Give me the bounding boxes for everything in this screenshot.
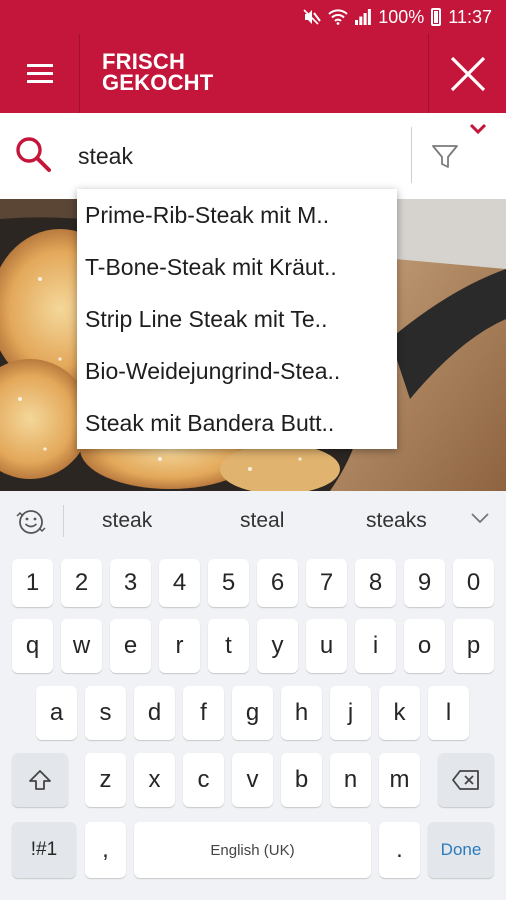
prediction-3[interactable]: steaks: [366, 509, 427, 533]
signal-icon: [355, 9, 372, 25]
logo-line-1: FRISCH: [102, 49, 186, 74]
clock: 11:37: [448, 6, 492, 27]
key-y[interactable]: y: [257, 619, 298, 673]
status-icons: 100% 11:37: [303, 0, 492, 34]
wifi-icon: [328, 9, 348, 25]
key-d[interactable]: d: [134, 686, 175, 740]
key-b[interactable]: b: [281, 753, 322, 807]
battery-percentage: 100%: [378, 6, 425, 27]
key-o[interactable]: o: [404, 619, 445, 673]
chevron-down-icon[interactable]: [469, 123, 487, 135]
brand-logo: FRISCH GEKOCHT: [102, 49, 214, 95]
collapse-icon[interactable]: [470, 511, 490, 525]
close-button[interactable]: [428, 34, 506, 113]
key-c[interactable]: c: [183, 753, 224, 807]
key-0[interactable]: 0: [453, 559, 494, 607]
search-suggestions: Prime-Rib-Steak mit M.. T-Bone-Steak mit…: [77, 189, 397, 449]
key-a[interactable]: a: [36, 686, 77, 740]
key-z[interactable]: z: [85, 753, 126, 807]
status-bar: 100% 11:37: [0, 0, 506, 34]
done-key[interactable]: Done: [428, 822, 494, 878]
key-p[interactable]: p: [453, 619, 494, 673]
key-i[interactable]: i: [355, 619, 396, 673]
menu-button[interactable]: [0, 34, 80, 113]
suggestion-item[interactable]: Strip Line Steak mit Te..: [77, 293, 397, 345]
key-v[interactable]: v: [232, 753, 273, 807]
key-r[interactable]: r: [159, 619, 200, 673]
prediction-1[interactable]: steak: [102, 509, 152, 533]
suggestion-item[interactable]: Steak mit Bandera Butt..: [77, 397, 397, 449]
soft-keyboard: steak steal steaks 1 2 3 4 5 6 7 8 9 0 q…: [0, 491, 506, 900]
prediction-separator: [63, 505, 64, 537]
battery-icon: [431, 8, 442, 26]
key-q[interactable]: q: [12, 619, 53, 673]
key-9[interactable]: 9: [404, 559, 445, 607]
search-input[interactable]: steak: [78, 143, 133, 170]
key-t[interactable]: t: [208, 619, 249, 673]
key-m[interactable]: m: [379, 753, 420, 807]
emoji-icon[interactable]: [14, 507, 48, 537]
search-divider: [411, 127, 412, 183]
menu-icon: [26, 63, 53, 84]
key-f[interactable]: f: [183, 686, 224, 740]
suggestion-item[interactable]: Prime-Rib-Steak mit M..: [77, 189, 397, 241]
key-5[interactable]: 5: [208, 559, 249, 607]
key-1[interactable]: 1: [12, 559, 53, 607]
comma-key[interactable]: ,: [85, 822, 126, 878]
prediction-bar: steak steal steaks: [0, 491, 506, 551]
key-x[interactable]: x: [134, 753, 175, 807]
key-6[interactable]: 6: [257, 559, 298, 607]
key-e[interactable]: e: [110, 619, 151, 673]
key-8[interactable]: 8: [355, 559, 396, 607]
prediction-2[interactable]: steal: [240, 509, 284, 533]
backspace-key[interactable]: [438, 753, 494, 807]
shift-key[interactable]: [12, 753, 68, 807]
backspace-icon: [452, 770, 479, 790]
key-n[interactable]: n: [330, 753, 371, 807]
symbols-key[interactable]: !#1: [12, 822, 76, 878]
search-bar: steak: [0, 113, 506, 199]
close-icon: [450, 56, 485, 91]
suggestion-item[interactable]: T-Bone-Steak mit Kräut..: [77, 241, 397, 293]
logo-line-2: GEKOCHT: [102, 70, 214, 95]
key-g[interactable]: g: [232, 686, 273, 740]
key-7[interactable]: 7: [306, 559, 347, 607]
key-j[interactable]: j: [330, 686, 371, 740]
key-h[interactable]: h: [281, 686, 322, 740]
key-l[interactable]: l: [428, 686, 469, 740]
key-k[interactable]: k: [379, 686, 420, 740]
filter-icon[interactable]: [430, 141, 460, 171]
key-4[interactable]: 4: [159, 559, 200, 607]
space-key[interactable]: English (UK): [134, 822, 371, 878]
period-key[interactable]: .: [379, 822, 420, 878]
key-u[interactable]: u: [306, 619, 347, 673]
app-bar: FRISCH GEKOCHT: [0, 34, 506, 113]
key-w[interactable]: w: [61, 619, 102, 673]
shift-icon: [29, 770, 51, 790]
suggestion-item[interactable]: Bio-Weidejungrind-Stea..: [77, 345, 397, 397]
mute-icon: [303, 9, 322, 25]
key-3[interactable]: 3: [110, 559, 151, 607]
key-s[interactable]: s: [85, 686, 126, 740]
search-icon[interactable]: [14, 135, 52, 173]
key-2[interactable]: 2: [61, 559, 102, 607]
